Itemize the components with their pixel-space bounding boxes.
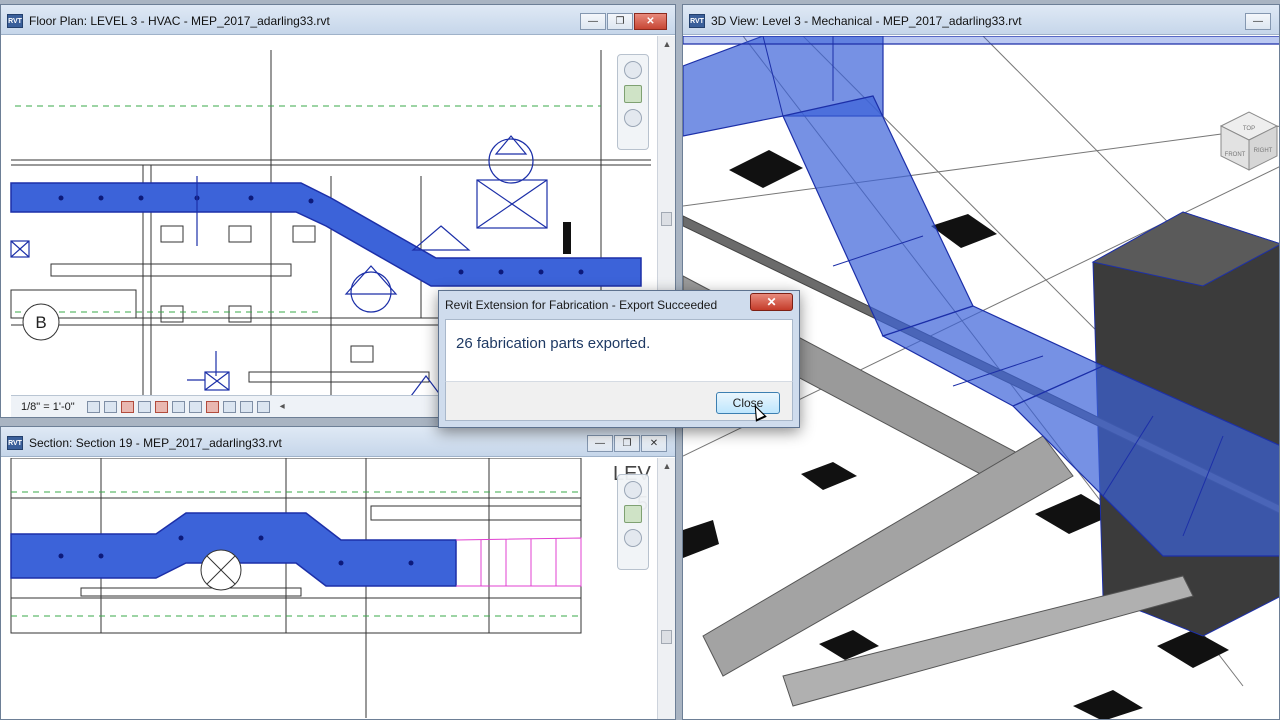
scroll-up-arrow-icon[interactable]: ▲ [658,458,675,474]
section-navigation-bar[interactable] [617,474,649,570]
viewcube-top-label: TOP [1243,126,1255,132]
floor-plan-titlebar[interactable]: RVT Floor Plan: LEVEL 3 - HVAC - MEP_201… [1,5,675,35]
scroll-left-arrow-icon[interactable]: ◂ [280,401,285,412]
view-scale[interactable]: 1/8" = 1'-0" [21,401,75,413]
restore-button[interactable]: ❐ [607,13,633,30]
minimize-button[interactable]: — [580,13,606,30]
section-window[interactable]: RVT Section: Section 19 - MEP_2017_adarl… [0,426,676,720]
sun-path-icon[interactable] [120,400,134,413]
section-title: Section: Section 19 - MEP_2017_adarling3… [29,436,282,450]
3d-view-title: 3D View: Level 3 - Mechanical - MEP_2017… [711,14,1022,28]
section-titlebar[interactable]: RVT Section: Section 19 - MEP_2017_adarl… [1,427,675,457]
close-button[interactable]: ✕ [641,435,667,452]
viewcube-right-label: RIGHT [1254,148,1273,154]
floor-plan-title: Floor Plan: LEVEL 3 - HVAC - MEP_2017_ad… [29,14,330,28]
export-succeeded-dialog[interactable]: Revit Extension for Fabrication - Export… [438,290,800,428]
zoom-icon[interactable] [624,85,642,103]
section-vertical-scrollbar[interactable]: ▲ [657,458,675,719]
revit-file-icon: RVT [689,14,705,28]
minimize-button[interactable]: — [587,435,613,452]
visual-style-icon[interactable] [103,400,117,413]
crop-view-icon[interactable] [154,400,168,413]
detail-level-icon[interactable] [86,400,100,413]
worksharing-display-icon[interactable] [239,400,253,413]
dialog-message: 26 fabrication parts exported. [456,335,651,352]
hide-analytical-model-icon[interactable] [256,400,270,413]
full-navigation-wheel-icon[interactable] [624,109,642,127]
reveal-hidden-elements-icon[interactable] [222,400,236,413]
show-crop-region-icon[interactable] [171,400,185,413]
zoom-icon[interactable] [624,505,642,523]
shadows-icon[interactable] [137,400,151,413]
dialog-footer: Close [445,381,793,421]
floor-plan-navigation-bar[interactable] [617,54,649,150]
close-button[interactable]: Close [716,392,780,414]
scroll-up-arrow-icon[interactable]: ▲ [658,36,675,52]
restore-button[interactable]: ❐ [614,435,640,452]
revit-file-icon: RVT [7,436,23,450]
scroll-thumb[interactable] [661,630,672,644]
dialog-body: 26 fabrication parts exported. [445,319,793,381]
viewcube [1219,111,1279,171]
unlock-3d-view-icon[interactable] [188,400,202,413]
grid-bubble-label: B [35,313,46,332]
viewcube-front-label: FRONT [1225,152,1246,158]
temporary-hide-isolate-icon[interactable] [205,400,219,413]
revit-file-icon: RVT [7,14,23,28]
3d-view-titlebar[interactable]: RVT 3D View: Level 3 - Mechanical - MEP_… [683,5,1279,35]
minimize-button[interactable]: — [1245,13,1271,30]
full-navigation-wheel-icon[interactable] [624,529,642,547]
steering-wheel-icon[interactable] [624,481,642,499]
close-button[interactable]: ✕ [634,13,667,30]
section-drawing: LEV 5 [10,458,651,718]
steering-wheel-icon[interactable] [624,61,642,79]
dialog-close-x-button[interactable]: ✕ [750,293,793,311]
dialog-title: Revit Extension for Fabrication - Export… [445,298,718,312]
scroll-thumb[interactable] [661,212,672,226]
fabrication-duct[interactable] [455,537,582,587]
section-canvas[interactable]: LEV 5 ▲ [1,458,675,719]
